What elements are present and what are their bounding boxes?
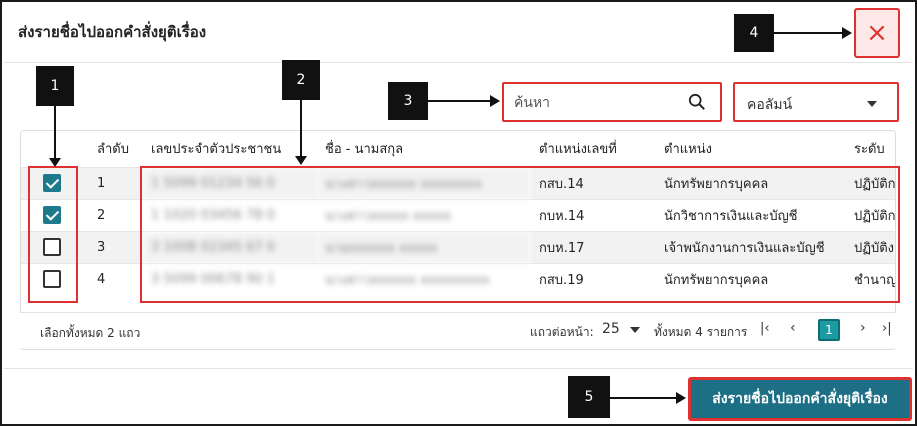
arrow-3-head: [490, 95, 500, 107]
row-checkbox[interactable]: [43, 206, 61, 224]
annotation-badge-3: 3: [388, 82, 428, 120]
arrow-1: [54, 106, 56, 160]
row-id-number: 1 5099 01234 56 0: [143, 166, 317, 199]
row-checkbox[interactable]: [43, 174, 61, 192]
row-checkbox[interactable]: [43, 238, 61, 256]
rows-per-page-label: แถวต่อหน้า:: [530, 325, 594, 339]
next-page-icon[interactable]: ›: [860, 320, 866, 336]
row-no: 1: [89, 166, 143, 199]
table-header-row: ลำดับ เลขประจำตัวประชาชน ชื่อ - นามสกุล …: [21, 131, 895, 167]
annotation-badge-5: 5: [568, 376, 610, 418]
row-full-name: นางสาวxxxxxx xxxxxxxx: [317, 166, 531, 199]
arrow-2-head: [295, 156, 307, 165]
row-position-number: กบห.14: [531, 198, 656, 231]
row-no: 2: [89, 198, 143, 231]
close-icon: ×: [866, 18, 888, 48]
row-id-number: 1 1020 03456 78 0: [143, 198, 317, 231]
header-divider: [4, 62, 913, 63]
arrow-4: [774, 32, 844, 34]
current-page-button[interactable]: 1: [818, 319, 840, 341]
header-position[interactable]: ตำแหน่ง: [656, 131, 846, 167]
row-position-number: กบห.17: [531, 230, 656, 263]
annotation-badge-2: 2: [282, 60, 320, 100]
total-count: ทั้งหมด 4 รายการ: [654, 325, 748, 339]
arrow-4-head: [842, 27, 852, 39]
search-box: [502, 82, 722, 122]
row-no: 4: [89, 262, 143, 295]
arrow-3: [428, 100, 492, 102]
submit-button[interactable]: ส่งรายชื่อไปออกคำสั่งยุติเรื่อง: [688, 377, 912, 421]
footer-divider: [4, 368, 913, 369]
row-id-number: 3 1008 02345 67 0: [143, 230, 317, 263]
header-no[interactable]: ลำดับ: [89, 131, 143, 167]
row-position: เจ้าพนักงานการเงินและบัญชี: [656, 230, 846, 263]
arrow-5-head: [676, 392, 686, 404]
annotation-badge-4: 4: [734, 14, 774, 52]
dialog-title: ส่งรายชื่อไปออกคำสั่งยุติเรื่อง: [18, 23, 207, 41]
search-icon[interactable]: [688, 93, 706, 111]
row-position-number: กสบ.14: [531, 166, 656, 199]
column-select-label: คอลัมน์: [747, 97, 793, 113]
arrow-5: [610, 397, 678, 399]
pagination: แถวต่อหน้า: 25 ทั้งหมด 4 รายการ |‹ ‹ 1 ›…: [530, 319, 892, 341]
search-input[interactable]: [514, 92, 684, 114]
row-level: ปฏิบัติก: [846, 166, 895, 199]
prev-page-icon[interactable]: ‹: [790, 320, 796, 336]
annotation-badge-1: 1: [36, 66, 74, 106]
row-full-name: นางสาวxxxxx xxxxx: [317, 198, 531, 231]
column-select[interactable]: คอลัมน์: [733, 82, 899, 122]
table-row[interactable]: 4 3 5099 00678 90 1 นางสาวxxxxxx xxxxxxx…: [21, 262, 895, 295]
header-level[interactable]: ระดับ: [846, 131, 895, 167]
last-page-icon[interactable]: ›|: [882, 321, 892, 336]
close-button[interactable]: ×: [854, 8, 900, 58]
table-row[interactable]: 1 1 5099 01234 56 0 นางสาวxxxxxx xxxxxxx…: [21, 166, 895, 199]
table-row[interactable]: 3 3 1008 02345 67 0 นายxxxxxx xxxxx กบห.…: [21, 230, 895, 263]
header-position-number[interactable]: ตำแหน่งเลขที่: [531, 131, 656, 167]
chevron-down-icon: [867, 101, 877, 107]
dialog: ส่งรายชื่อไปออกคำสั่งยุติเรื่อง × คอลัมน…: [0, 0, 917, 426]
data-table: ลำดับ เลขประจำตัวประชาชน ชื่อ - นามสกุล …: [21, 131, 895, 295]
row-id-number: 3 5099 00678 90 1: [143, 262, 317, 295]
row-level: ชำนาญ: [846, 262, 895, 295]
arrow-1-head: [49, 158, 61, 167]
row-full-name: นางสาวxxxxxx xxxxxxxxx: [317, 262, 531, 295]
table-footer: เลือกทั้งหมด 2 แถว แถวต่อหน้า: 25 ทั้งหม…: [20, 312, 896, 348]
row-checkbox[interactable]: [43, 270, 61, 289]
row-position: นักทรัพยากรบุคคล: [656, 166, 846, 199]
selected-count: เลือกทั้งหมด 2 แถว: [40, 326, 141, 340]
row-level: ปฏิบัติก: [846, 198, 895, 231]
arrow-2: [300, 100, 302, 158]
first-page-icon[interactable]: |‹: [760, 321, 770, 336]
rows-per-page-select[interactable]: 25: [602, 321, 620, 337]
rows-per-page-chevron-icon[interactable]: [630, 327, 640, 333]
header-id-number[interactable]: เลขประจำตัวประชาชน: [143, 131, 317, 167]
row-full-name: นายxxxxxx xxxxx: [317, 230, 531, 263]
row-position-number: กสบ.19: [531, 262, 656, 295]
row-no: 3: [89, 230, 143, 263]
row-position: นักวิชาการเงินและบัญชี: [656, 198, 846, 231]
row-position: นักทรัพยากรบุคคล: [656, 262, 846, 295]
table-row[interactable]: 2 1 1020 03456 78 0 นางสาวxxxxx xxxxx กบ…: [21, 198, 895, 231]
row-level: ปฏิบัติง: [846, 230, 895, 263]
header-full-name[interactable]: ชื่อ - นามสกุล: [317, 131, 531, 167]
